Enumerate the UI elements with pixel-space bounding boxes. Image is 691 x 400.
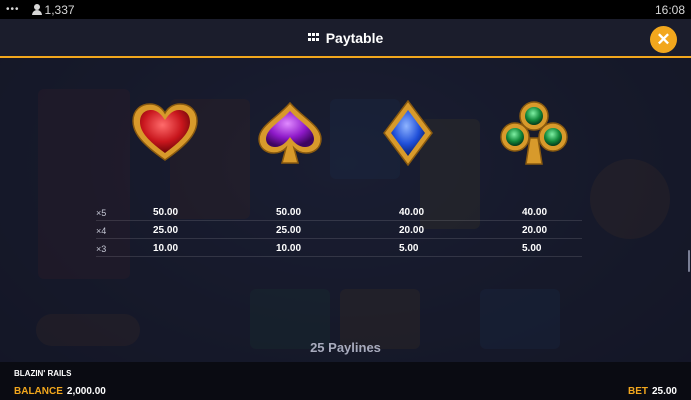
user-icon [31, 4, 42, 15]
payout-value: 25.00 [276, 225, 302, 236]
payout-value: 40.00 [399, 207, 425, 218]
payout-value: 20.00 [399, 225, 425, 236]
footer-bar: BLAZIN' RAILS BALANCE 2,000.00 BET 25.00 [0, 362, 691, 400]
grid-menu-icon [307, 32, 319, 43]
page-title: Paytable [325, 29, 384, 46]
close-button[interactable]: ✕ [650, 26, 677, 53]
status-bar: ••• 1,337 16:08 [0, 0, 691, 19]
payout-value: 10.00 [276, 243, 302, 254]
payout-value: 5.00 [399, 243, 419, 254]
payout-value: 25.00 [153, 225, 179, 236]
payout-value: 50.00 [276, 207, 302, 218]
payout-value: 50.00 [153, 207, 179, 218]
paytable-row: ×5 50.00 50.00 40.00 40.00 [0, 204, 691, 224]
club-symbol-icon [499, 100, 569, 166]
paytable-row: ×4 25.00 25.00 20.00 20.00 [0, 222, 691, 242]
bet-display: BET 25.00 [628, 386, 677, 397]
clock: 16:08 [654, 2, 685, 17]
divider [96, 220, 582, 221]
menu-dots-icon[interactable]: ••• [6, 4, 20, 15]
multiplier-label: ×4 [96, 226, 107, 236]
divider [96, 256, 582, 257]
payout-value: 10.00 [153, 243, 179, 254]
multiplier-label: ×5 [96, 208, 107, 218]
paytable-header: Paytable ✕ [0, 19, 691, 58]
bet-label: BET [627, 386, 648, 397]
paylines-count: 25 Paylines [310, 340, 381, 355]
player-count-value: 1,337 [44, 2, 75, 17]
payout-value: 5.00 [522, 243, 542, 254]
divider [96, 238, 582, 239]
multiplier-label: ×3 [96, 244, 107, 254]
balance-label: BALANCE [14, 386, 63, 397]
game-name: BLAZIN' RAILS [14, 369, 72, 378]
diamond-symbol-icon [373, 99, 443, 167]
payout-value: 20.00 [522, 225, 548, 236]
bet-value: 25.00 [651, 386, 677, 397]
paytable-row: ×3 10.00 10.00 5.00 5.00 [0, 240, 691, 260]
balance-value: 2,000.00 [66, 386, 106, 397]
dim-overlay [0, 19, 691, 381]
payout-value: 40.00 [522, 207, 548, 218]
heart-symbol-icon [130, 100, 200, 166]
spade-symbol-icon [255, 100, 325, 166]
balance-display: BALANCE 2,000.00 [14, 386, 106, 397]
player-count: 1,337 [31, 2, 75, 17]
